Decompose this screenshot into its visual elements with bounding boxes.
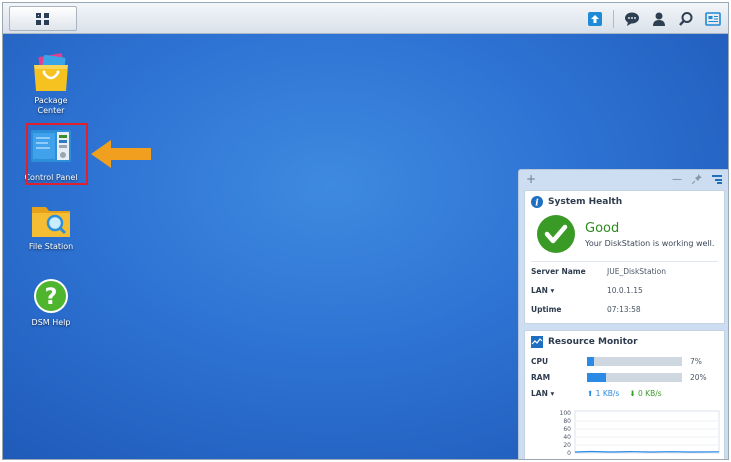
control-panel-highlight [26, 123, 88, 185]
add-widget-button[interactable]: + [526, 172, 536, 186]
system-health-title: i System Health [525, 191, 724, 213]
resource-monitor-widget: Resource Monitor CPU 7% RAM 20% LAN ▾ ⬆ … [524, 330, 725, 459]
user-icon[interactable] [650, 10, 668, 28]
main-menu-button[interactable] [9, 6, 77, 31]
upload-rate: ⬆ 1 KB/s [587, 388, 620, 398]
ram-percent: 20% [690, 372, 707, 382]
lan-dropdown[interactable]: LAN ▾ [531, 286, 607, 295]
file-station-shortcut[interactable]: File Station [11, 203, 91, 252]
pin-icon[interactable] [692, 174, 702, 184]
minimize-widget-button[interactable]: — [672, 174, 682, 185]
package-center-label: Package Center [34, 96, 68, 115]
system-health-widget: i System Health Good Your DiskStation is… [524, 190, 725, 324]
lan-resource-dropdown[interactable]: LAN ▾ [531, 389, 587, 398]
info-row-server-name: Server Name JUE_DiskStation [531, 267, 666, 276]
health-status: Good [585, 220, 620, 236]
help-icon: ? [34, 279, 68, 313]
lan-traffic-graph: 100 80 60 40 20 0 [560, 410, 720, 457]
cpu-percent: 7% [690, 356, 702, 366]
health-info-table: Server Name JUE_DiskStation LAN ▾ 10.0.1… [531, 261, 718, 319]
cpu-usage-bar [587, 356, 682, 366]
graph-tick-0: 0 [567, 450, 571, 457]
info-icon: i [531, 196, 543, 208]
main-menu-icon [36, 12, 49, 25]
download-rate: ⬇ 0 KB/s [629, 388, 662, 398]
taskbar [3, 3, 728, 34]
graph-tick-20: 20 [563, 442, 571, 449]
ram-usage-bar [587, 372, 682, 382]
resource-monitor-title: Resource Monitor [525, 331, 724, 353]
info-row-uptime: Uptime 07:13:58 [531, 305, 641, 314]
file-station-label: File Station [28, 242, 74, 251]
pointer-arrow-icon [91, 140, 151, 168]
checkmark-icon [537, 215, 575, 253]
graph-tick-100: 100 [560, 410, 572, 417]
upload-icon[interactable] [586, 10, 604, 28]
graph-tick-40: 40 [563, 434, 571, 441]
chat-icon[interactable] [623, 10, 641, 28]
system-tray [586, 8, 722, 29]
ram-row: RAM 20% [531, 372, 707, 382]
graph-tick-60: 60 [563, 426, 571, 433]
dsm-desktop: Package Center Control Panel File Statio… [2, 2, 729, 460]
resource-monitor-icon [531, 336, 543, 348]
dsm-help-shortcut[interactable]: ? DSM Help [11, 277, 91, 328]
package-center-shortcut[interactable]: Package Center [11, 53, 91, 116]
widget-header: + — [519, 170, 728, 188]
package-center-icon [34, 53, 68, 91]
health-status-row: Good Your DiskStation is working well. [525, 213, 724, 253]
widgets-icon[interactable] [704, 10, 722, 28]
svg-text:?: ? [45, 285, 58, 310]
svg-text:i: i [535, 199, 539, 209]
dsm-help-label: DSM Help [31, 318, 71, 327]
health-message: Your DiskStation is working well. [585, 238, 715, 248]
search-icon[interactable] [677, 10, 695, 28]
lan-row: LAN ▾ ⬆ 1 KB/s ⬇ 0 KB/s [525, 385, 724, 401]
info-row-lan: LAN ▾ 10.0.1.15 [531, 286, 643, 295]
file-station-icon [32, 207, 70, 237]
widget-menu-icon[interactable] [712, 174, 722, 184]
cpu-row: CPU 7% [531, 356, 702, 366]
graph-tick-80: 80 [563, 418, 571, 425]
widget-panel: + — i System Health Good Your DiskStatio… [518, 169, 728, 459]
tray-separator [613, 9, 614, 28]
